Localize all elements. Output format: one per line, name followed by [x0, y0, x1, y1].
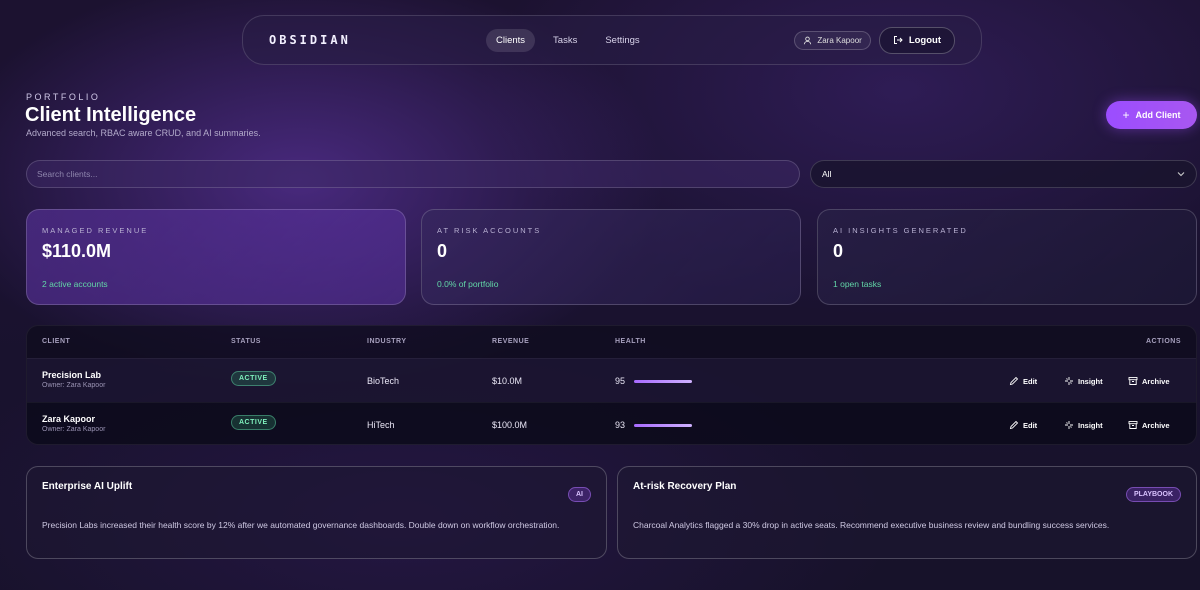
client-name: Zara Kapoor — [42, 414, 96, 424]
stat-sub: 0.0% of portfolio — [437, 279, 499, 289]
card-title: Enterprise AI Uplift — [42, 481, 133, 492]
status-cell: ACTIVE — [231, 371, 276, 386]
nav-links: Clients Tasks Settings — [486, 28, 650, 52]
top-nav: OBSIDIAN Clients Tasks Settings Zara Kap… — [242, 15, 982, 65]
health-value: 95 — [615, 376, 626, 386]
col-revenue[interactable]: REVENUE — [492, 338, 529, 345]
page-title: Client Intelligence — [25, 104, 197, 126]
user-icon — [804, 36, 812, 44]
nav-link-settings[interactable]: Settings — [595, 29, 649, 52]
client-cell: Zara Kapoor Owner: Zara Kapoor — [42, 414, 105, 433]
stat-label: MANAGED REVENUE — [42, 226, 149, 235]
nav-link-clients[interactable]: Clients — [486, 28, 536, 52]
status-badge: ACTIVE — [231, 415, 276, 430]
archive-icon — [1128, 377, 1138, 385]
client-owner: Owner: Zara Kapoor — [42, 426, 106, 433]
pencil-icon — [1009, 376, 1019, 386]
plus-icon: + — [1122, 108, 1130, 122]
nav-link-tasks[interactable]: Tasks — [543, 29, 587, 52]
client-name: Precision Lab — [42, 370, 102, 380]
logout-button[interactable]: Logout — [878, 26, 955, 54]
col-health[interactable]: HEALTH — [615, 338, 646, 345]
nav-right: Zara Kapoor Logout — [794, 26, 955, 54]
stat-sub: 1 open tasks — [833, 279, 882, 289]
col-actions: ACTIONS — [1146, 338, 1181, 345]
health-bar — [634, 380, 692, 383]
edit-label: Edit — [1023, 376, 1038, 386]
chevron-down-icon — [1177, 172, 1185, 177]
stat-value: $110.0M — [42, 241, 112, 261]
stat-card-ai-insights: AI INSIGHTS GENERATED 0 1 open tasks — [817, 209, 1197, 305]
table-row[interactable]: Zara Kapoor Owner: Zara Kapoor ACTIVE Hi… — [27, 402, 1196, 444]
add-client-label: Add Client — [1135, 110, 1181, 120]
insight-label: Insight — [1078, 420, 1103, 430]
card-tag: AI — [568, 487, 591, 502]
sparkle-icon — [1065, 377, 1073, 385]
table-header: CLIENT STATUS INDUSTRY REVENUE HEALTH AC… — [27, 326, 1196, 358]
status-badge: ACTIVE — [231, 371, 276, 386]
page-subtitle: Advanced search, RBAC aware CRUD, and AI… — [26, 128, 261, 138]
archive-label: Archive — [1142, 376, 1170, 386]
card-body: Charcoal Analytics flagged a 30% drop in… — [633, 520, 1110, 530]
health-bar — [634, 424, 692, 427]
insight-label: Insight — [1078, 376, 1103, 386]
stat-value: 0 — [437, 241, 448, 261]
insight-card-recovery-plan[interactable]: At-risk Recovery Plan PLAYBOOK Charcoal … — [617, 466, 1197, 559]
status-cell: ACTIVE — [231, 415, 276, 430]
brand-logo[interactable]: OBSIDIAN — [269, 33, 419, 47]
industry-cell: BioTech — [367, 376, 400, 386]
insight-button[interactable]: Insight — [1064, 376, 1103, 386]
insight-card-ai-uplift[interactable]: Enterprise AI Uplift AI Precision Labs i… — [26, 466, 607, 559]
stat-sub: 2 active accounts — [42, 279, 108, 289]
stat-card-at-risk: AT RISK ACCOUNTS 0 0.0% of portfolio — [421, 209, 801, 305]
col-client[interactable]: CLIENT — [42, 338, 70, 345]
card-title: At-risk Recovery Plan — [633, 481, 737, 492]
client-owner: Owner: Zara Kapoor — [42, 382, 106, 389]
card-body: Precision Labs increased their health sc… — [42, 520, 560, 530]
col-status[interactable]: STATUS — [231, 338, 261, 345]
clients-table: CLIENT STATUS INDUSTRY REVENUE HEALTH AC… — [26, 325, 1197, 445]
logout-icon — [893, 36, 903, 44]
stat-card-managed-revenue: MANAGED REVENUE $110.0M 2 active account… — [26, 209, 406, 305]
user-chip[interactable]: Zara Kapoor — [794, 30, 871, 50]
pencil-icon — [1009, 420, 1019, 430]
revenue-cell: $100.0M — [492, 420, 528, 430]
add-client-button[interactable]: + Add Client — [1106, 101, 1197, 129]
insight-button[interactable]: Insight — [1064, 420, 1103, 430]
edit-label: Edit — [1023, 420, 1038, 430]
health-value: 93 — [615, 420, 626, 430]
archive-button[interactable]: Archive — [1128, 420, 1170, 430]
user-name: Zara Kapoor — [817, 35, 862, 45]
stat-label: AT RISK ACCOUNTS — [437, 226, 542, 235]
sparkle-icon — [1065, 421, 1073, 429]
page-eyebrow: PORTFOLIO — [26, 92, 101, 102]
client-cell: Precision Lab Owner: Zara Kapoor — [42, 370, 105, 389]
col-industry[interactable]: INDUSTRY — [367, 338, 407, 345]
logout-label: Logout — [908, 34, 941, 46]
table-row[interactable]: Precision Lab Owner: Zara Kapoor ACTIVE … — [27, 358, 1196, 402]
status-filter-select[interactable]: All — [810, 160, 1197, 188]
stat-value: 0 — [833, 241, 844, 261]
card-tag: PLAYBOOK — [1125, 487, 1181, 502]
industry-cell: HiTech — [367, 420, 395, 430]
stat-label: AI INSIGHTS GENERATED — [833, 226, 968, 235]
search-placeholder: Search clients... — [37, 169, 98, 179]
archive-label: Archive — [1142, 420, 1170, 430]
archive-button[interactable]: Archive — [1128, 376, 1170, 386]
filter-value: All — [822, 169, 832, 179]
edit-button[interactable]: Edit — [1009, 376, 1037, 386]
archive-icon — [1128, 421, 1138, 429]
revenue-cell: $10.0M — [492, 376, 523, 386]
search-input[interactable]: Search clients... — [26, 160, 800, 188]
edit-button[interactable]: Edit — [1009, 420, 1037, 430]
